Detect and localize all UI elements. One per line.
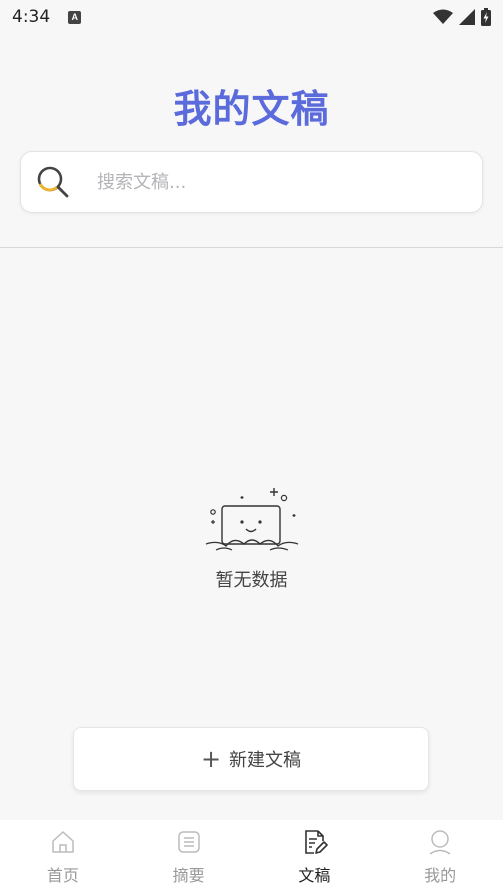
nav-label-home: 首页 bbox=[46, 866, 79, 885]
accessibility-a-icon: A bbox=[68, 10, 82, 24]
status-bar: 4:34 A bbox=[0, 0, 503, 34]
empty-text: 暂无数据 bbox=[215, 570, 288, 591]
nav-item-summary[interactable]: 摘要 bbox=[126, 820, 252, 894]
bottom-nav: 首页 摘要 文稿 我的 bbox=[0, 820, 503, 894]
nav-item-documents[interactable]: 文稿 bbox=[252, 820, 378, 894]
divider bbox=[0, 247, 503, 248]
nav-label-profile: 我的 bbox=[424, 866, 457, 885]
page-title: 我的文稿 bbox=[173, 87, 330, 131]
empty-box-icon bbox=[205, 488, 298, 551]
search-input[interactable] bbox=[97, 171, 427, 193]
search-icon bbox=[37, 166, 69, 198]
wifi-icon bbox=[433, 9, 453, 24]
search-box[interactable] bbox=[20, 151, 483, 213]
summary-icon bbox=[177, 831, 200, 853]
status-icons bbox=[433, 8, 491, 26]
home-icon bbox=[52, 831, 74, 853]
battery-charging-icon bbox=[481, 8, 491, 26]
signal-icon bbox=[459, 9, 475, 25]
nav-item-home[interactable]: 首页 bbox=[0, 820, 126, 894]
nav-label-documents: 文稿 bbox=[298, 866, 331, 885]
nav-label-summary: 摘要 bbox=[172, 866, 205, 885]
new-document-label: 新建文稿 bbox=[229, 750, 302, 771]
empty-state: 暂无数据 bbox=[0, 484, 503, 592]
nav-item-profile[interactable]: 我的 bbox=[377, 820, 503, 894]
plus-icon: + bbox=[200, 745, 222, 773]
profile-icon bbox=[429, 830, 451, 855]
status-time: 4:34 bbox=[12, 7, 51, 27]
document-edit-icon bbox=[305, 830, 329, 854]
new-document-button[interactable]: + 新建文稿 bbox=[73, 727, 429, 791]
